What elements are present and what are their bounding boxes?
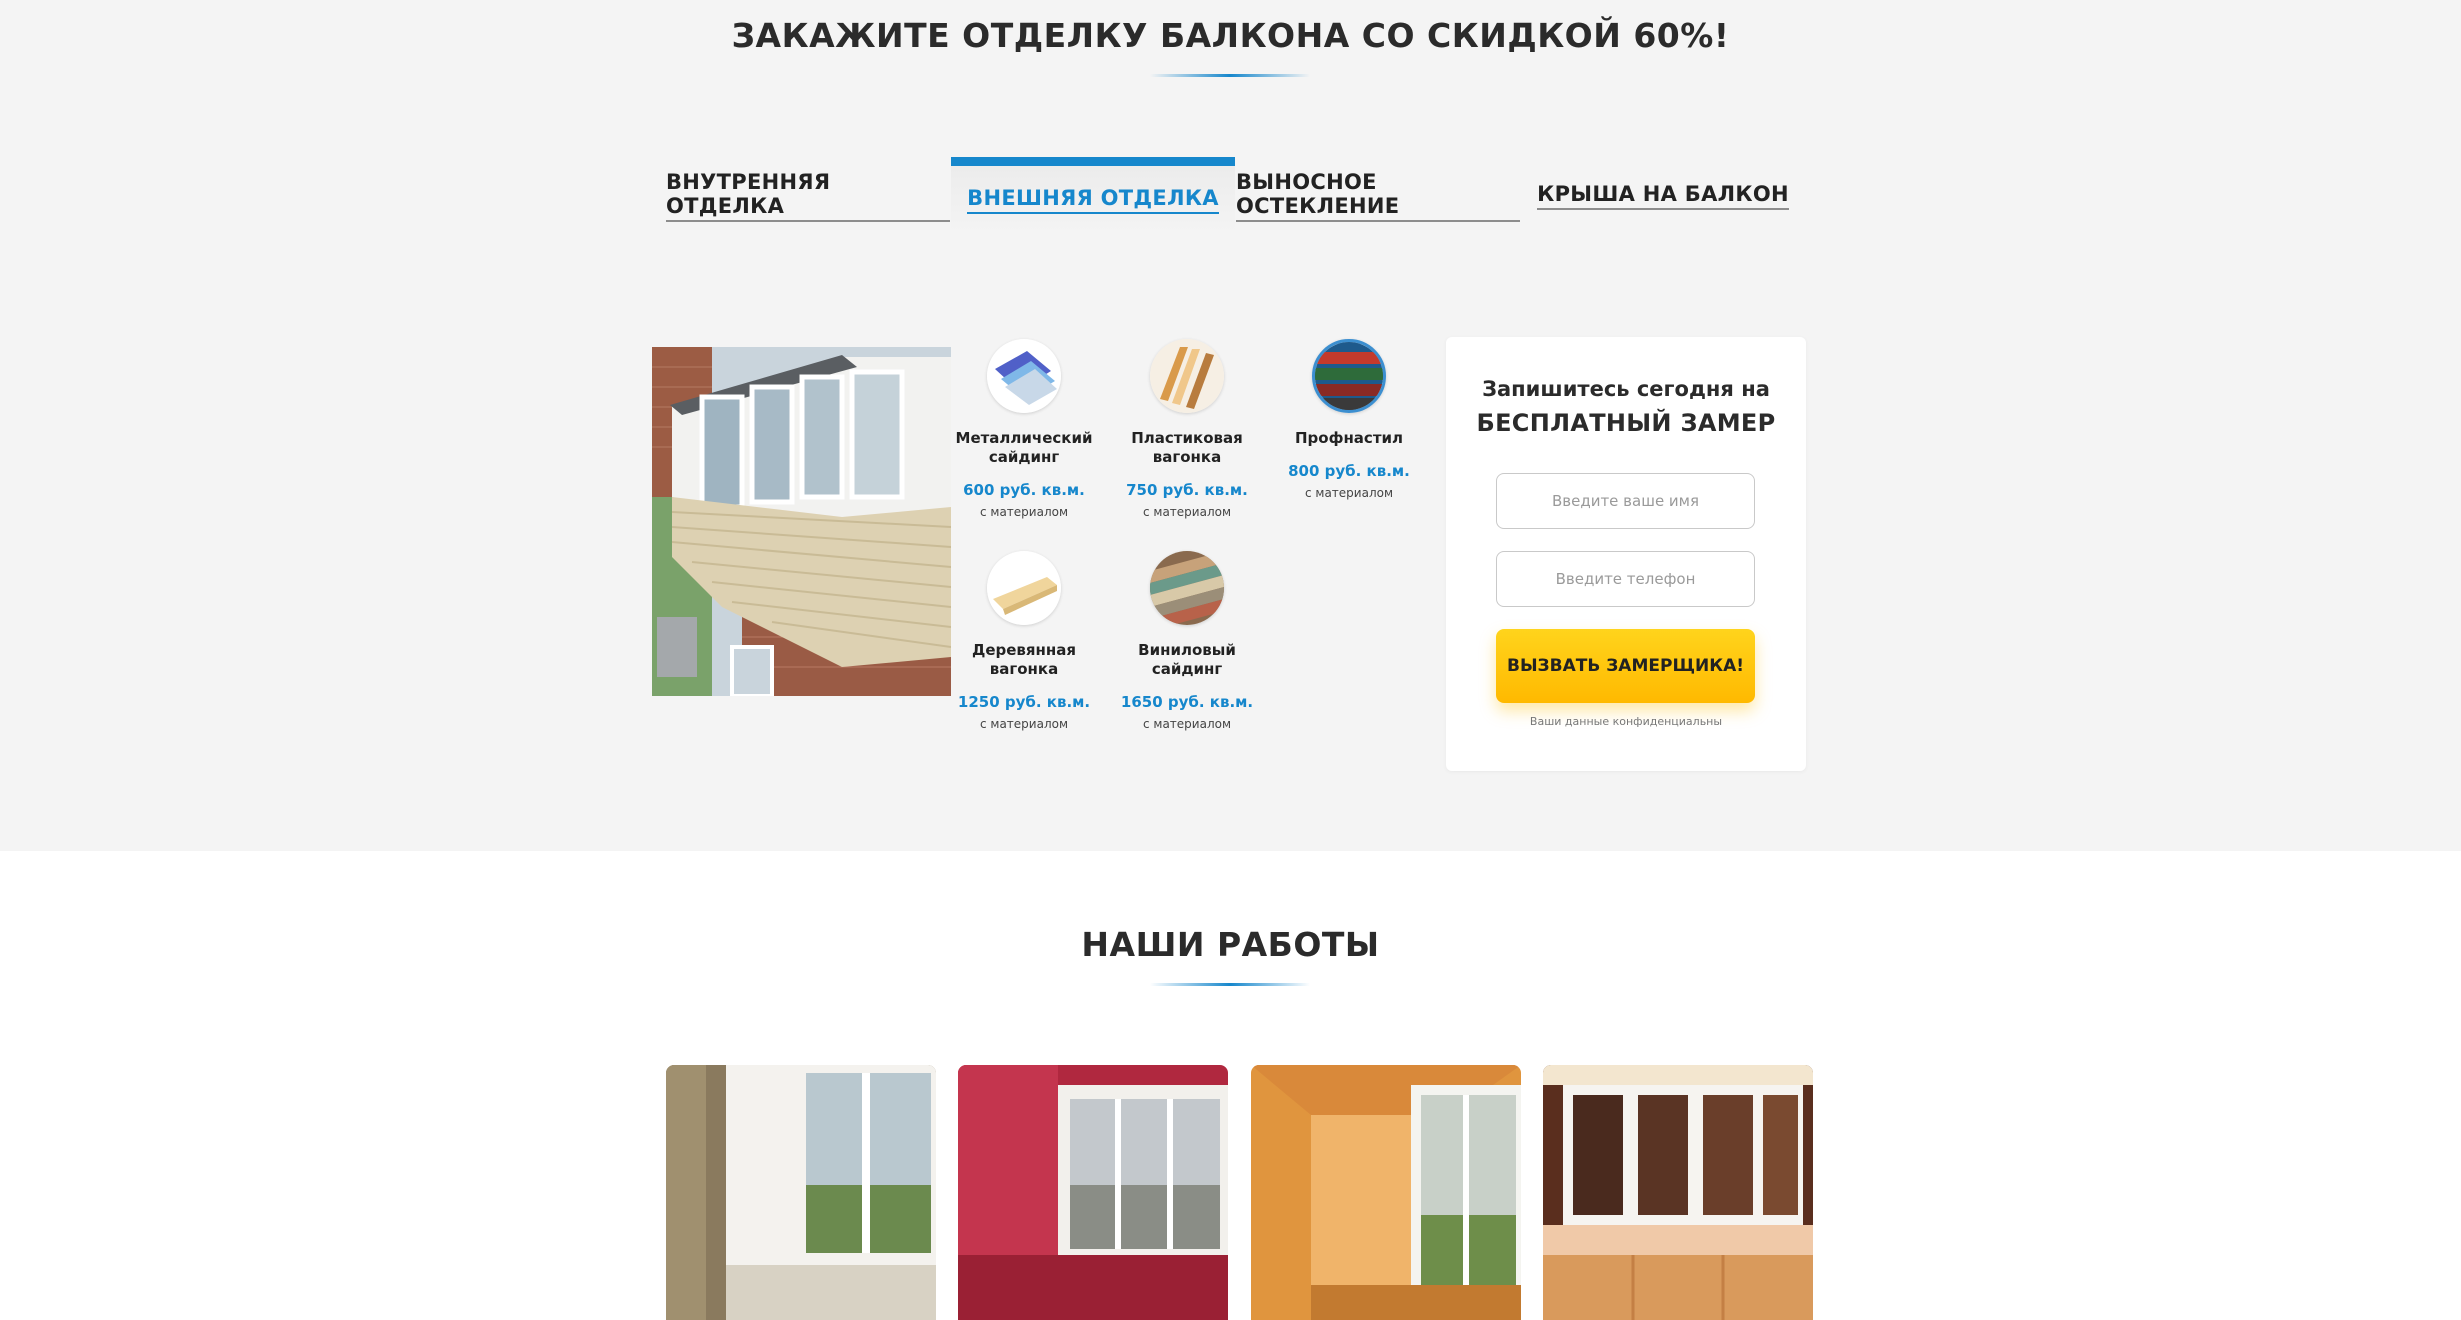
product-note: с материалом (1304, 486, 1394, 500)
tab-balcony-roof[interactable]: КРЫША НА БАЛКОН (1521, 157, 1805, 234)
product-price: 1250 руб. кв.м. (957, 693, 1091, 711)
works-title-underline (1150, 983, 1310, 986)
product-corrugated-sheet[interactable]: Профнастил 800 руб. кв.м. с материалом (1274, 339, 1424, 500)
work-photo[interactable] (1251, 1065, 1521, 1320)
product-plastic-lining[interactable]: Пластиковая вагонка 750 руб. кв.м. с мате… (1112, 339, 1262, 519)
product-price: 800 руб. кв.м. (1288, 462, 1410, 480)
product-price: 1650 руб. кв.м. (1120, 693, 1254, 711)
vinyl-siding-icon (1150, 551, 1224, 625)
product-note: с материалом (979, 505, 1069, 519)
product-name-line2: сайдинг (1151, 660, 1223, 678)
name-input[interactable] (1496, 473, 1755, 529)
product-metal-siding[interactable]: Металлический сайдинг 600 руб. кв.м. с ма… (949, 339, 1099, 519)
offer-title: ЗАКАЖИТЕ ОТДЕЛКУ БАЛКОНА СО СКИДКОЙ 60%! (731, 16, 1730, 55)
tab-interior[interactable]: ВНУТРЕННЯЯ ОТДЕЛКА (666, 157, 950, 234)
product-name-line1: Профнастил (1294, 429, 1404, 447)
form-heading-line1: Запишитесь сегодня на (1482, 377, 1770, 401)
balcony-exterior-photo (652, 347, 951, 696)
wood-lining-icon (987, 551, 1061, 625)
tab-extended-glazing[interactable]: ВЫНОСНОЕ ОСТЕКЛЕНИЕ (1236, 157, 1520, 234)
product-vinyl-siding[interactable]: Виниловый сайдинг 1650 руб. кв.м. с матер… (1112, 551, 1262, 731)
product-price: 600 руб. кв.м. (963, 481, 1085, 499)
offer-title-underline (1150, 74, 1310, 77)
product-note: с материалом (1142, 505, 1232, 519)
call-measurer-button[interactable]: ВЫЗВАТЬ ЗАМЕРЩИКА! (1496, 629, 1755, 703)
works-title: НАШИ РАБОТЫ (1081, 925, 1380, 964)
tab-balcony-roof-label: КРЫША НА БАЛКОН (1537, 182, 1789, 210)
product-name-line1: Металлический (955, 429, 1093, 447)
metal-siding-icon (987, 339, 1061, 413)
work-photo[interactable] (1543, 1065, 1813, 1320)
product-name-line2: вагонка (989, 660, 1059, 678)
product-note: с материалом (1142, 717, 1232, 731)
product-name-line1: Пластиковая (1131, 429, 1243, 447)
work-photo[interactable] (958, 1065, 1228, 1320)
tab-exterior[interactable]: ВНЕШНЯЯ ОТДЕЛКА (951, 157, 1235, 234)
product-name-line2: вагонка (1152, 448, 1222, 466)
phone-input[interactable] (1496, 551, 1755, 607)
product-wood-lining[interactable]: Деревянная вагонка 1250 руб. кв.м. с мате… (949, 551, 1099, 731)
work-photo[interactable] (666, 1065, 936, 1320)
product-name-line2: сайдинг (988, 448, 1060, 466)
plastic-lining-icon (1150, 339, 1224, 413)
free-measurement-form: Запишитесь сегодня на БЕСПЛАТНЫЙ ЗАМЕР В… (1446, 337, 1806, 771)
tab-exterior-label: ВНЕШНЯЯ ОТДЕЛКА (967, 186, 1219, 214)
form-heading-line2: БЕСПЛАТНЫЙ ЗАМЕР (1476, 409, 1776, 437)
product-note: с материалом (979, 717, 1069, 731)
product-name-line1: Деревянная (971, 641, 1077, 659)
product-name-line1: Виниловый (1138, 641, 1236, 659)
corrugated-sheet-icon (1312, 339, 1386, 413)
product-price: 750 руб. кв.м. (1126, 481, 1248, 499)
privacy-note: Ваши данные конфиденциальны (1529, 715, 1723, 728)
tab-extended-glazing-label: ВЫНОСНОЕ ОСТЕКЛЕНИЕ (1236, 170, 1520, 222)
offer-section: ЗАКАЖИТЕ ОТДЕЛКУ БАЛКОНА СО СКИДКОЙ 60%!… (0, 0, 2461, 851)
works-section: НАШИ РАБОТЫ (0, 851, 2461, 1320)
tab-interior-label: ВНУТРЕННЯЯ ОТДЕЛКА (666, 170, 950, 222)
